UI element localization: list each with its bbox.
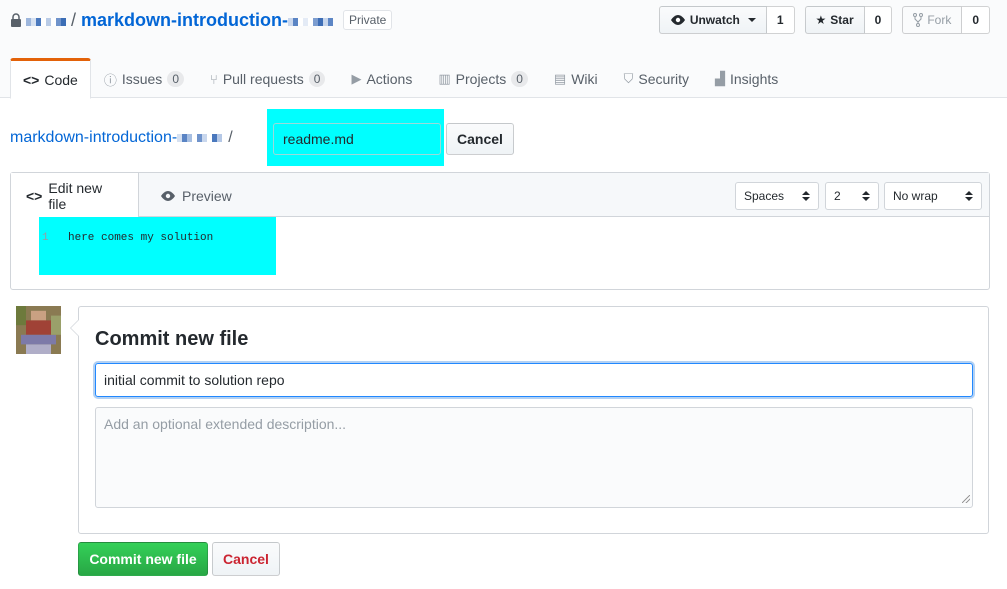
repo-nav: <> Code ⓘ Issues 0 ⑂ Pull requests 0 ▶ A…: [10, 58, 791, 99]
wrap-mode-select[interactable]: No wrap: [884, 182, 982, 210]
repo-name-redacted: [288, 10, 333, 31]
tab-pull-requests-label: Pull requests: [222, 71, 304, 87]
breadcrumb-repo-link[interactable]: markdown-introduction-: [10, 129, 177, 147]
cancel-commit-button[interactable]: Cancel: [212, 542, 280, 576]
repo-header: / markdown-introduction- Private Unwatch…: [0, 0, 1007, 99]
tab-edit-new-file[interactable]: <> Edit new file: [11, 173, 139, 218]
book-icon: ▤: [553, 71, 567, 86]
edit-tab-label: Edit new file: [48, 179, 103, 212]
star-group: ★ Star 0: [804, 6, 893, 34]
tab-projects-label: Projects: [455, 71, 507, 87]
play-icon: ▶: [351, 71, 362, 86]
fork-button[interactable]: Fork: [902, 6, 963, 34]
breadcrumb-separator: /: [228, 129, 233, 146]
repo-actions: Unwatch 1 ★ Star 0 Fork 0: [658, 6, 990, 34]
shield-icon: ⛉: [623, 71, 634, 86]
cancel-edit-button[interactable]: Cancel: [446, 123, 514, 155]
tab-actions-label: Actions: [366, 71, 413, 87]
select-arrows-icon: [862, 191, 870, 201]
eye-icon: [670, 15, 685, 25]
line-number: 1: [42, 232, 49, 244]
code-icon: <>: [26, 187, 43, 204]
indent-size-value: 2: [834, 189, 841, 203]
commit-summary-input[interactable]: initial commit to solution repo: [95, 363, 973, 397]
issues-counter: 0: [167, 71, 184, 87]
tab-insights[interactable]: ▟ Insights: [702, 58, 791, 98]
star-icon: ★: [815, 13, 827, 27]
issue-icon: ⓘ: [103, 72, 117, 88]
repo-owner-redacted[interactable]: [26, 10, 66, 31]
tab-code-label: Code: [44, 71, 78, 88]
tab-projects[interactable]: ▥ Projects 0: [425, 58, 541, 98]
commit-new-file-button[interactable]: Commit new file: [78, 542, 208, 576]
filename-input[interactable]: readme.md: [273, 123, 441, 155]
file-editor: <> Edit new file Preview Spaces 2 No wra…: [10, 172, 990, 290]
textarea-resize-handle[interactable]: [962, 495, 970, 503]
tab-code[interactable]: <> Code: [10, 58, 91, 99]
indent-mode-select[interactable]: Spaces: [735, 182, 819, 210]
tab-issues[interactable]: ⓘ Issues 0: [91, 58, 197, 98]
avatar: [16, 306, 61, 354]
repo-path-separator: /: [71, 9, 77, 30]
preview-tab-label: Preview: [182, 187, 232, 204]
unwatch-label: Unwatch: [689, 13, 740, 27]
editor-toolbar: <> Edit new file Preview Spaces 2 No wra…: [11, 173, 989, 218]
repo-name-link[interactable]: markdown-introduction-: [81, 10, 288, 31]
tab-actions[interactable]: ▶ Actions: [338, 58, 425, 98]
tab-security-label: Security: [638, 71, 689, 87]
wrap-mode-value: No wrap: [893, 189, 938, 203]
project-icon: ▥: [438, 71, 451, 86]
pull-requests-counter: 0: [308, 71, 326, 87]
chevron-down-icon: [747, 18, 756, 22]
select-arrows-icon: [965, 191, 973, 201]
tab-security[interactable]: ⛉ Security: [611, 58, 702, 98]
code-icon: <>: [23, 71, 40, 88]
fork-label: Fork: [927, 13, 952, 27]
commit-box-pointer-fill: [71, 320, 79, 336]
forks-count[interactable]: 0: [962, 6, 990, 34]
code-highlight: [39, 217, 276, 275]
tab-insights-label: Insights: [730, 71, 779, 87]
star-button[interactable]: ★ Star: [804, 6, 865, 34]
graph-icon: ▟: [715, 71, 725, 86]
star-label: Star: [830, 13, 854, 27]
projects-counter: 0: [511, 71, 528, 87]
tab-wiki-label: Wiki: [571, 71, 598, 87]
select-arrows-icon: [802, 191, 810, 201]
breadcrumb: markdown-introduction- /: [10, 129, 241, 147]
eye-icon: [161, 190, 175, 201]
commit-form: Commit new file initial commit to soluti…: [78, 306, 989, 534]
tab-issues-label: Issues: [121, 71, 163, 87]
indent-size-select[interactable]: 2: [825, 182, 879, 210]
pull-request-icon: ⑂: [210, 71, 218, 87]
tab-preview[interactable]: Preview: [145, 173, 247, 218]
breadcrumb-redacted: [177, 129, 223, 147]
stars-count[interactable]: 0: [864, 6, 893, 34]
line-content[interactable]: here comes my solution: [68, 232, 213, 244]
fork-group: Fork 0: [902, 6, 990, 34]
commit-description-textarea[interactable]: Add an optional extended description...: [95, 407, 973, 508]
lock-icon: [11, 13, 21, 27]
private-badge: Private: [343, 10, 393, 30]
indent-mode-value: Spaces: [744, 189, 785, 203]
watch-group: Unwatch 1: [658, 6, 795, 34]
repo-title: / markdown-introduction- Private: [10, 9, 393, 31]
unwatch-button[interactable]: Unwatch: [658, 6, 767, 34]
tab-wiki[interactable]: ▤ Wiki: [541, 58, 611, 98]
fork-icon: [913, 13, 924, 27]
tab-pull-requests[interactable]: ⑂ Pull requests 0: [197, 58, 338, 98]
code-line[interactable]: 1 here comes my solution: [39, 232, 213, 244]
watchers-count[interactable]: 1: [766, 6, 795, 34]
commit-form-title: Commit new file: [95, 328, 249, 350]
